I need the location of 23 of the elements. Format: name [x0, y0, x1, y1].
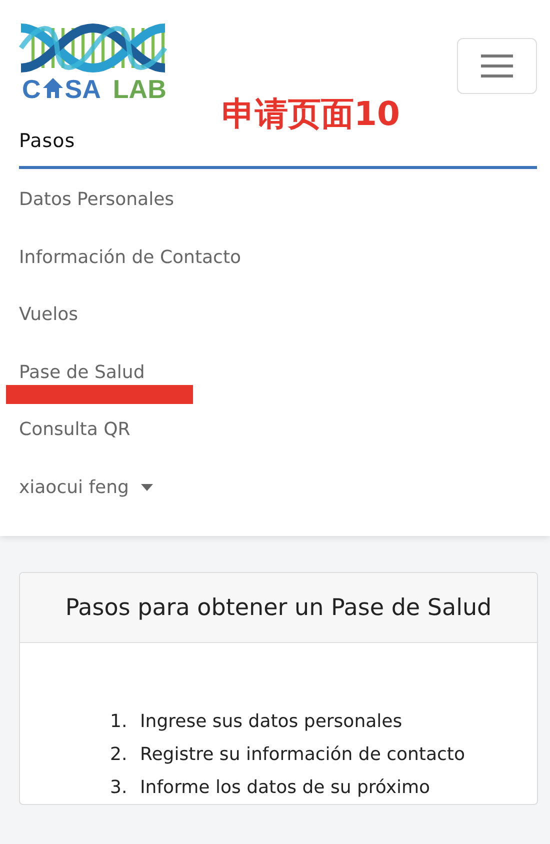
nav-link[interactable]: Información de Contacto [19, 246, 242, 268]
dna-helix-icon [19, 22, 167, 74]
step-text: Informe los datos de su próximo [140, 776, 432, 800]
nav-link[interactable]: Consulta QR [19, 419, 130, 440]
step-number: 1. [110, 710, 128, 734]
annotation-text: 申请页面10 [222, 93, 400, 135]
menu-icon [480, 53, 514, 79]
step-text: Ingrese sus datos personales [140, 710, 404, 734]
nav-link[interactable]: xiaocui feng [19, 476, 153, 498]
step-text: Registre su información de contacto [140, 743, 466, 767]
brand-text: C [22, 74, 41, 104]
nav-link[interactable]: Vuelos [19, 304, 78, 326]
nav-heading: Pasos [19, 130, 76, 152]
step-number: 3. [110, 776, 128, 800]
brand-text: SA [64, 74, 101, 104]
nav-link[interactable]: Datos Personales [19, 189, 174, 210]
house-icon [42, 76, 64, 98]
caret-icon [140, 484, 153, 491]
nav-link[interactable]: Pase de Salud [19, 362, 145, 383]
brand-text: LAB [112, 74, 166, 104]
menu-button[interactable] [457, 38, 537, 94]
step-number: 2. [110, 743, 128, 767]
card-title: Pasos para obtener un Pase de Salud [65, 594, 492, 620]
